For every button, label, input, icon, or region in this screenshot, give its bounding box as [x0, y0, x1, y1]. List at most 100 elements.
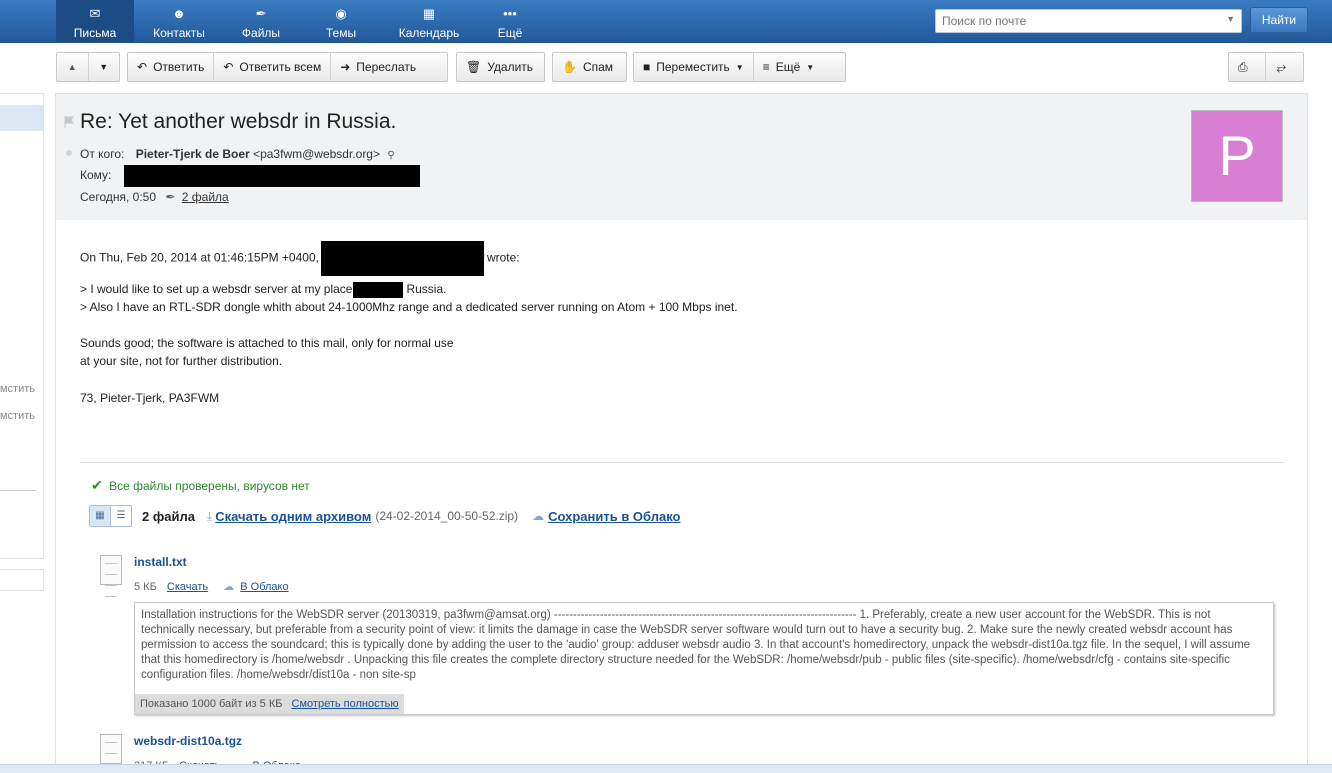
mail-search: ▼ — [935, 9, 1242, 33]
reply-all-icon: ↶ — [223, 60, 234, 74]
sender-name[interactable]: Pieter-Tjerk de Boer — [136, 147, 250, 161]
download-archive-link[interactable]: Скачать одним архивом — [215, 509, 371, 524]
nav-contacts-label: Контакты — [153, 26, 205, 40]
palette-icon: ◉ — [335, 6, 347, 21]
message-nav-group: ▲ ▼ — [56, 52, 120, 82]
redacted-text — [320, 241, 484, 276]
sidebar-selected-folder[interactable] — [0, 105, 43, 131]
printer-icon: ⎙ — [1238, 59, 1248, 74]
nav-more[interactable]: ••• Ещё — [484, 0, 536, 42]
top-nav-bar: ✉ Письма ☻ Контакты ✒ Файлы ◉ Темы ▦ Кал… — [0, 0, 1332, 43]
nav-mail[interactable]: ✉ Письма — [56, 0, 134, 42]
file-preview: Installation instructions for the WebSDR… — [134, 602, 1274, 715]
nav-files-label: Файлы — [241, 26, 281, 40]
spam-button[interactable]: ✋ Спам — [553, 53, 622, 81]
forward-button[interactable]: ➜ Переслать — [330, 53, 425, 81]
chevron-down-icon[interactable]: ▼ — [1226, 14, 1235, 24]
spam-label: Спам — [582, 60, 614, 74]
virus-status-text: Все файлы проверены, вирусов нет — [109, 479, 310, 493]
file-name[interactable]: websdr-dist10a.tgz — [134, 734, 242, 748]
magnifier-icon[interactable]: ⚲ — [387, 150, 394, 161]
trash-icon: 🗑 — [466, 60, 482, 74]
from-line: От кого: Pieter-Tjerk de Boer <pa3fwm@we… — [80, 147, 395, 161]
thumbs-down-icon: ✋ — [562, 60, 577, 74]
save-to-cloud-link[interactable]: Сохранить в Облако — [548, 509, 680, 524]
sidebar-box — [0, 569, 44, 591]
message-header: Re: Yet another websdr in Russia. От ког… — [56, 94, 1307, 220]
view-switcher: ▦ ☰ — [89, 505, 132, 527]
file-preview-text: Installation instructions for the WebSDR… — [141, 609, 1251, 681]
contacts-icon: ☻ — [172, 6, 186, 21]
archive-file-icon[interactable] — [100, 734, 122, 765]
file-download-link[interactable]: Скачать — [167, 581, 208, 593]
paperclip-icon: ✒ — [165, 190, 176, 204]
forward-label: Переслать — [356, 60, 417, 74]
body-line: at your site, not for further distributi… — [80, 354, 283, 368]
next-message-button[interactable]: ▼ — [87, 53, 120, 81]
move-button[interactable]: ■ Переместить ▼ — [634, 53, 753, 81]
date-line: Сегодня, 0:50 ✒ 2 файла — [80, 190, 229, 204]
folder-icon: ■ — [643, 60, 651, 74]
reply-all-button[interactable]: ↶ Ответить всем — [213, 53, 330, 81]
cloud-icon: ☁ — [532, 509, 545, 523]
file-size: 5 КБ — [134, 581, 157, 593]
more-actions-label: Ещё — [775, 60, 801, 74]
more-actions-button[interactable]: ≡ Ещё ▼ — [752, 53, 824, 81]
reply-icon: ↶ — [137, 60, 148, 74]
nav-themes[interactable]: ◉ Темы — [306, 0, 376, 42]
search-button[interactable]: Найти — [1250, 7, 1308, 33]
nav-themes-label: Темы — [325, 26, 357, 40]
sidebar-move-text[interactable]: мстить — [0, 383, 35, 395]
reply-label: Ответить — [153, 60, 205, 74]
attachments-divider — [80, 462, 1284, 463]
forward-icon: ➜ — [340, 60, 351, 74]
chevron-down-icon: ▼ — [735, 62, 744, 72]
search-input[interactable] — [936, 10, 1228, 32]
file-meta: 5 КБ Скачать ☁ В Облако — [134, 580, 289, 593]
attachments-count: 2 файла — [142, 508, 195, 524]
attachments-link[interactable]: 2 файла — [182, 190, 229, 204]
message-date: Сегодня, 0:50 — [80, 190, 157, 204]
grid-view-icon[interactable]: ▦ — [90, 506, 111, 526]
checkmark-icon: ✔ — [91, 477, 103, 493]
reply-all-label: Ответить всем — [239, 60, 322, 74]
delete-button[interactable]: 🗑 Удалить — [457, 53, 542, 81]
reply-group: ↶ Ответить ↶ Ответить всем ➜ Переслать — [127, 52, 448, 82]
nav-calendar-label: Календарь — [398, 26, 460, 40]
file-name[interactable]: install.txt — [134, 555, 187, 569]
expand-button[interactable]: ⥂ — [1265, 53, 1303, 81]
redacted-recipient — [123, 165, 420, 187]
nav-calendar[interactable]: ▦ Календарь — [388, 0, 470, 42]
sidebar-move-text[interactable]: мстить — [0, 410, 35, 422]
from-label: От кого: — [80, 147, 125, 161]
prev-message-button[interactable]: ▲ — [57, 53, 88, 81]
flag-icon[interactable] — [64, 116, 74, 128]
calendar-icon: ▦ — [422, 6, 436, 21]
nav-more-label: Ещё — [497, 26, 523, 40]
file-cloud-link[interactable]: В Облако — [240, 581, 288, 593]
sender-avatar: P — [1191, 110, 1283, 202]
virus-status: ✔ Все файлы проверены, вирусов нет — [91, 477, 310, 494]
print-button[interactable]: ⎙ — [1229, 53, 1265, 81]
cloud-icon: ☁ — [223, 581, 235, 593]
nav-files[interactable]: ✒ Файлы — [224, 0, 298, 42]
more-icon: ••• — [503, 6, 517, 21]
message-body: On Thu, Feb 20, 2014 at 01:46:15PM +0400… — [80, 241, 738, 407]
spam-group: ✋ Спам — [552, 52, 627, 82]
text-file-icon[interactable] — [100, 555, 122, 597]
view-full-link[interactable]: Смотреть полностью — [292, 698, 399, 710]
archive-name: (24-02-2014_00-50-52.zip) — [375, 509, 519, 523]
view-group: ⎙ ⥂ — [1228, 52, 1304, 82]
list-view-icon[interactable]: ☰ — [111, 506, 131, 526]
sender-email[interactable]: <pa3fwm@websdr.org> — [253, 147, 380, 161]
nav-mail-label: Письма — [73, 26, 117, 40]
arrow-up-icon: ▲ — [67, 62, 77, 72]
expand-icon: ⥂ — [1276, 59, 1287, 74]
reply-button[interactable]: ↶ Ответить — [128, 53, 213, 81]
unread-dot-icon[interactable] — [66, 150, 72, 156]
attachments-toolbar: ▦ ☰ 2 файла ⤓ Скачать одним архивом (24-… — [89, 504, 681, 528]
redacted-text — [353, 281, 404, 298]
download-icon: ⤓ — [206, 508, 213, 523]
nav-contacts[interactable]: ☻ Контакты — [140, 0, 218, 42]
to-line: Кому: — [80, 165, 420, 187]
